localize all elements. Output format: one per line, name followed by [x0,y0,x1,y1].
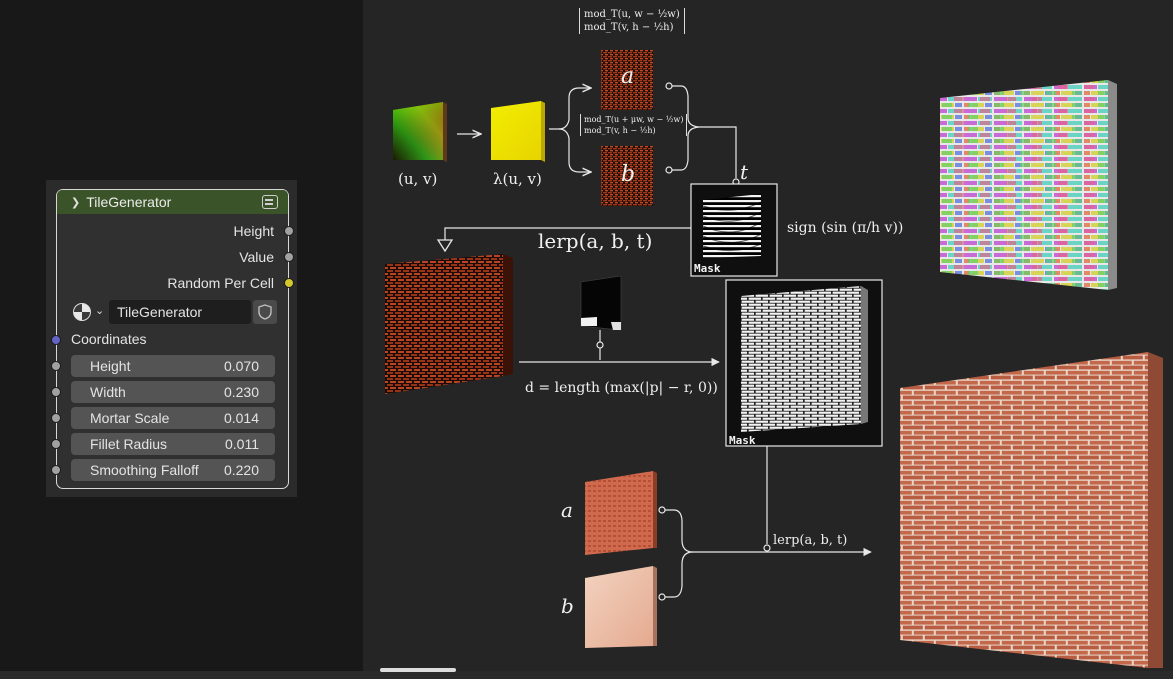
a-material-tile [585,471,657,555]
top-matrix: mod_T(u, w − ½w) mod_T(v, h − ½h) [579,8,685,34]
mask-label-1: Mask [694,262,721,275]
output-label: Height [233,223,274,239]
dropdown-chevron-icon[interactable]: ⌄ [95,304,104,317]
param-socket[interactable] [51,465,61,475]
mid-matrix-row-1: mod_T(u + μw, w − ½w) [584,115,684,124]
a-output-port [665,82,673,90]
tile-generator-node[interactable]: ❯ TileGenerator Height Value Random Per … [51,189,294,489]
param-name: Smoothing Falloff [90,462,199,478]
a-label: a [621,64,635,89]
param-name: Fillet Radius [90,436,168,452]
shield-icon [258,304,272,320]
distance-formula: d = length (max(|p| − r, 0)) [525,380,718,396]
output-socket-height[interactable] [284,226,294,236]
collapse-chevron-icon[interactable]: ❯ [71,196,80,209]
param-value: 0.011 [225,436,259,452]
bottom-bar [0,671,1173,679]
node-tree-icon[interactable] [73,303,91,321]
distance-port [596,341,604,349]
node-group-name-field[interactable]: TileGenerator [109,300,251,324]
bottom-scroll-handle[interactable] [380,668,456,672]
b-material-tile [585,566,657,648]
fake-user-shield-button[interactable] [253,300,277,324]
param-name: Height [90,358,131,374]
node-group-selector: ⌄ TileGenerator [71,300,277,324]
output-label: Value [239,249,274,265]
a2-label: a [561,498,573,522]
lerp-formula-1: lerp(a, b, t) [538,229,653,253]
param-name: Mortar Scale [90,410,170,426]
param-value: 0.014 [223,410,259,426]
t-label: t [740,160,749,184]
lambda-tile [491,101,545,162]
b2-output-port [658,593,666,601]
final-brick-wall [900,352,1163,668]
param-socket[interactable] [51,387,61,397]
param-name: Width [90,384,126,400]
param-value: 0.220 [223,462,259,478]
lerp2-t-port [763,544,771,552]
lerp-down-arrow-icon [436,239,454,253]
output-socket-random-per-cell[interactable] [284,278,294,288]
param-value: 0.070 [223,358,259,374]
lerp-formula-2: lerp(a, b, t) [773,533,848,548]
node-title: TileGenerator [86,194,172,210]
output-label: Random Per Cell [167,275,274,291]
distance-sample-tile [580,275,622,331]
param-value: 0.230 [223,384,259,400]
output-height: Height [233,221,294,241]
output-socket-value[interactable] [284,252,294,262]
bracket-b2 [665,551,694,598]
b2-label: b [561,594,574,618]
mask-label-2: Mask [729,434,756,447]
uv-label: (u, v) [398,170,438,188]
top-matrix-row-2: mod_T(v, h − ½h) [584,22,674,33]
tile-generator-diagram: mod_T(u, w − ½w) mod_T(v, h − ½h) mod_T(… [363,0,1173,679]
sign-formula: sign (sin (π/h v)) [787,220,904,236]
diagram-graphics [385,50,1163,668]
node-group-icon[interactable] [262,195,278,209]
param-width[interactable]: Width 0.230 [51,381,275,403]
brick-mask-tile [741,286,868,432]
top-matrix-row-1: mod_T(u, w − ½w) [584,9,680,20]
param-socket[interactable] [51,361,61,371]
param-socket[interactable] [51,413,61,423]
param-mortar-scale[interactable]: Mortar Scale 0.014 [51,407,275,429]
b-output-port [665,166,673,174]
param-fillet-radius[interactable]: Fillet Radius 0.011 [51,433,275,455]
input-coordinates: Coordinates [51,330,288,350]
uv-gradient-tile [393,102,447,162]
param-height[interactable]: Height 0.070 [51,355,275,377]
output-random-per-cell: Random Per Cell [167,273,294,293]
lambda-label: λ(u, v) [493,170,542,188]
sign-mask-tile [702,194,762,258]
b-label: b [621,162,636,187]
lerp-result-tile [385,254,513,394]
param-socket[interactable] [51,439,61,449]
node-group-name: TileGenerator [117,304,203,320]
input-label: Coordinates [71,331,147,347]
param-smoothing-falloff[interactable]: Smoothing Falloff 0.220 [51,459,275,481]
random-color-brick-tile [940,80,1117,290]
output-value: Value [239,247,294,267]
node-header[interactable]: ❯ TileGenerator [57,190,288,214]
mid-matrix-row-2: mod_T(v, h − ½h) [584,126,656,135]
input-socket-coordinates[interactable] [51,335,61,345]
a2-output-port [658,506,666,514]
mid-matrix: mod_T(u + μw, w − ½w) mod_T(v, h − ½h) [580,114,688,136]
